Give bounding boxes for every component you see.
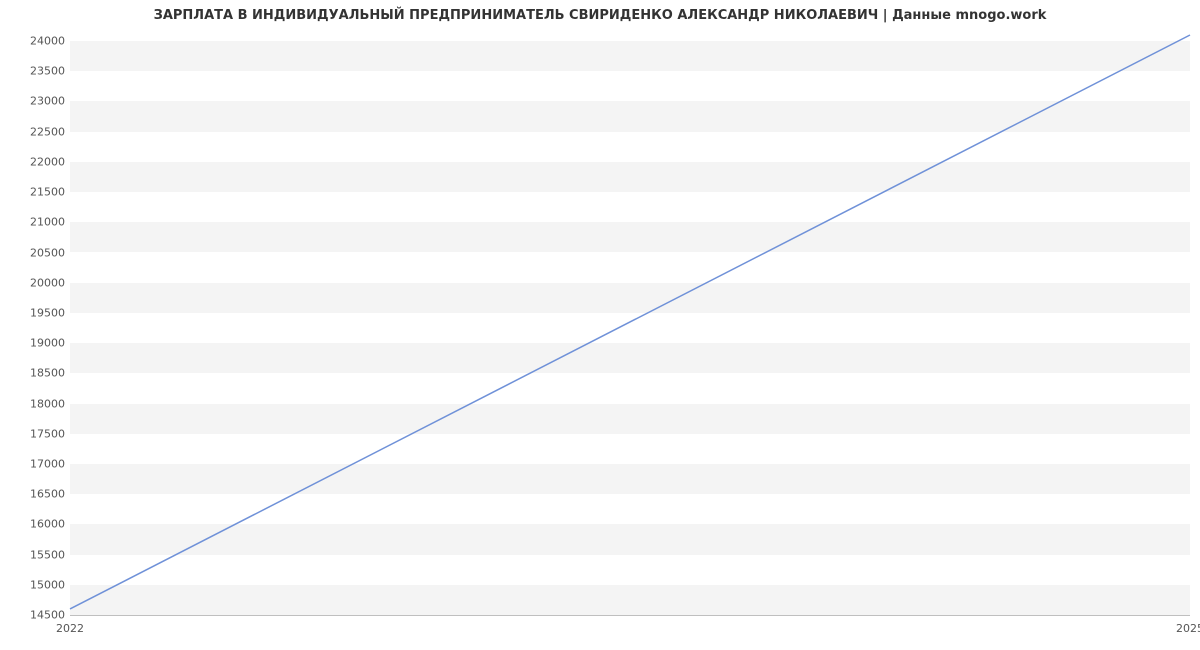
y-tick-label: 22000 xyxy=(10,155,65,168)
y-tick-label: 18000 xyxy=(10,397,65,410)
y-tick-label: 16500 xyxy=(10,488,65,501)
series-line xyxy=(70,35,1190,609)
plot-area xyxy=(70,35,1190,616)
chart-title: ЗАРПЛАТА В ИНДИВИДУАЛЬНЫЙ ПРЕДПРИНИМАТЕЛ… xyxy=(0,8,1200,23)
y-tick-label: 15500 xyxy=(10,548,65,561)
y-tick-label: 20500 xyxy=(10,246,65,259)
x-tick-label: 2022 xyxy=(56,622,84,635)
y-tick-label: 23000 xyxy=(10,95,65,108)
y-tick-label: 19000 xyxy=(10,337,65,350)
chart-line-layer xyxy=(70,35,1190,615)
y-tick-label: 17000 xyxy=(10,457,65,470)
y-tick-label: 22500 xyxy=(10,125,65,138)
y-tick-label: 17500 xyxy=(10,427,65,440)
chart-container: ЗАРПЛАТА В ИНДИВИДУАЛЬНЫЙ ПРЕДПРИНИМАТЕЛ… xyxy=(0,0,1200,650)
y-tick-label: 16000 xyxy=(10,518,65,531)
y-tick-label: 20000 xyxy=(10,276,65,289)
x-tick-label: 2025 xyxy=(1176,622,1200,635)
y-tick-label: 21500 xyxy=(10,186,65,199)
y-tick-label: 14500 xyxy=(10,609,65,622)
y-tick-label: 15000 xyxy=(10,578,65,591)
y-tick-label: 24000 xyxy=(10,35,65,48)
y-tick-label: 18500 xyxy=(10,367,65,380)
y-tick-label: 19500 xyxy=(10,306,65,319)
y-tick-label: 23500 xyxy=(10,65,65,78)
y-tick-label: 21000 xyxy=(10,216,65,229)
